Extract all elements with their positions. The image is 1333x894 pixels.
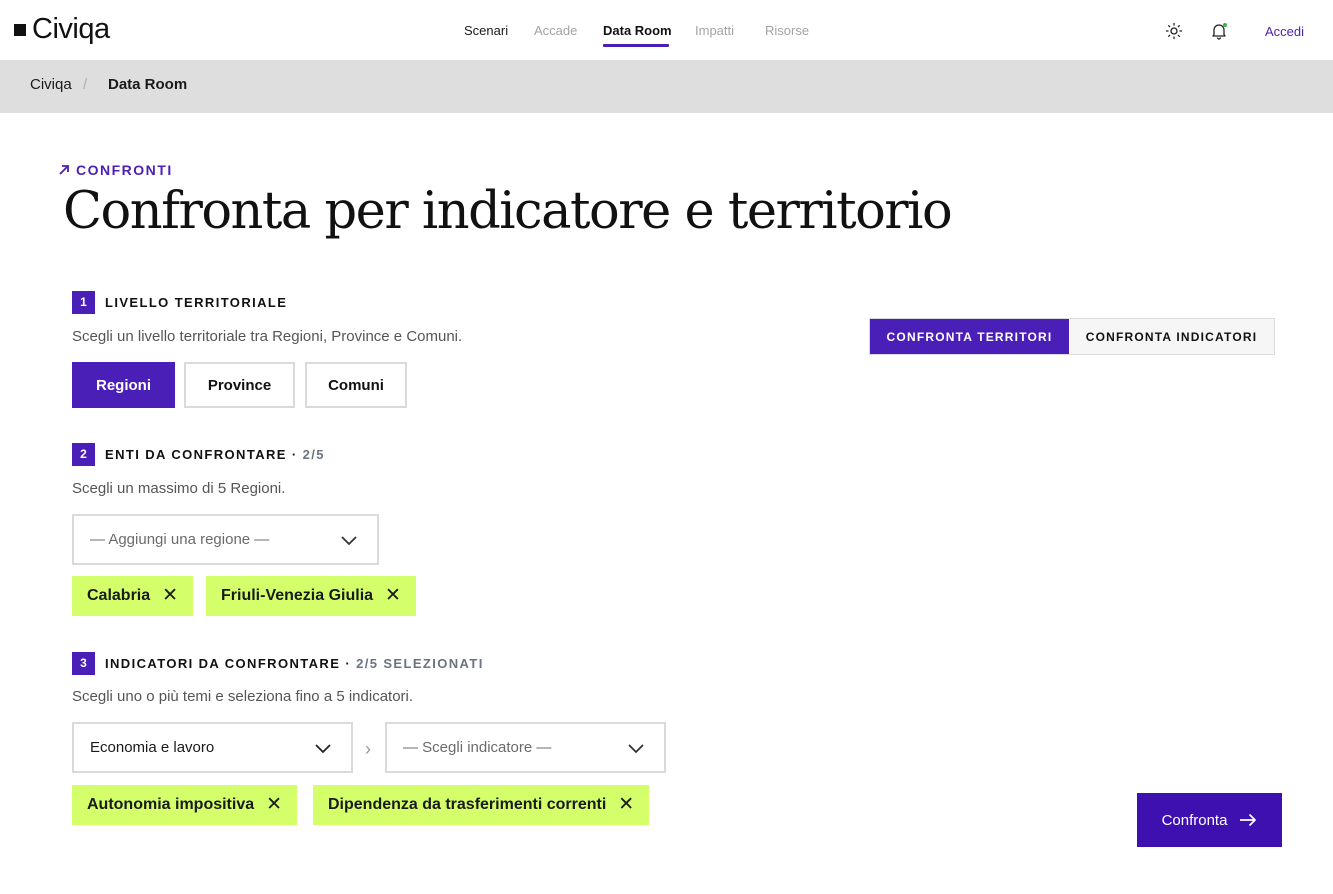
main-nav: Scenari Accade Data Room Impatti Risorse: [0, 0, 1333, 60]
chevron-down-icon: [341, 536, 357, 546]
step-description-livello: Scegli un livello territoriale tra Regio…: [72, 328, 463, 345]
region-select[interactable]: — Aggiungi una regione —: [72, 514, 379, 565]
nav-item-scenari[interactable]: Scenari: [464, 23, 508, 39]
step-title-enti-label: ENTI DA CONFRONTARE: [105, 447, 287, 462]
indicator-chip-label: Autonomia impositiva: [87, 796, 255, 813]
step-description-enti: Scegli un massimo di 5 Regioni.: [72, 480, 286, 497]
arrow-up-right-icon: [59, 165, 69, 175]
level-button-province[interactable]: Province: [184, 362, 295, 408]
region-chip: Friuli-Venezia Giulia ✕: [206, 576, 416, 616]
level-button-regioni[interactable]: Regioni: [72, 362, 175, 408]
toggle-confronta-indicatori[interactable]: CONFRONTA INDICATORI: [1069, 319, 1274, 354]
dot-separator: ·: [291, 447, 298, 462]
active-nav-indicator: [603, 44, 669, 47]
indicator-chip-label: Dipendenza da trasferimenti correnti: [328, 796, 607, 813]
breadcrumb-separator: /: [83, 76, 88, 93]
mode-toggle: CONFRONTA TERRITORI CONFRONTA INDICATORI: [869, 318, 1275, 355]
step-title-enti: ENTI DA CONFRONTARE · 2/5: [105, 447, 325, 463]
eyebrow-label: CONFRONTI: [76, 162, 173, 178]
nav-item-accade[interactable]: Accade: [534, 23, 577, 39]
theme-select-value: Economia e lavoro: [90, 739, 215, 756]
region-chip-label: Calabria: [87, 587, 151, 604]
close-icon[interactable]: ✕: [266, 795, 282, 815]
breadcrumb: Civiqa / Data Room: [0, 60, 1333, 113]
eyebrow: CONFRONTI: [58, 162, 173, 178]
confronta-button-label: Confronta: [1161, 811, 1228, 829]
login-link[interactable]: Accedi: [1265, 24, 1304, 40]
breadcrumb-root-link[interactable]: Civiqa: [30, 75, 72, 95]
confronta-button[interactable]: Confronta: [1137, 793, 1282, 847]
close-icon[interactable]: ✕: [162, 586, 178, 606]
indicator-select[interactable]: — Scegli indicatore —: [385, 722, 666, 773]
step-title-indicatori: INDICATORI DA CONFRONTARE · 2/5 SELEZION…: [105, 656, 484, 672]
level-button-comuni[interactable]: Comuni: [305, 362, 407, 408]
indicator-chip: Dipendenza da trasferimenti correnti ✕: [313, 785, 650, 825]
nav-item-data-room[interactable]: Data Room: [603, 23, 672, 39]
step-title-livello: LIVELLO TERRITORIALE: [105, 295, 288, 310]
step-number-3: 3: [72, 652, 95, 675]
breadcrumb-current: Data Room: [108, 76, 188, 93]
chevron-down-icon: [628, 744, 644, 754]
sun-icon[interactable]: [1165, 22, 1183, 40]
bell-icon[interactable]: [1210, 22, 1228, 40]
close-icon[interactable]: ✕: [385, 586, 401, 606]
arrow-right-icon: [1240, 813, 1257, 827]
close-icon[interactable]: ✕: [618, 795, 634, 815]
region-select-placeholder: — Aggiungi una regione —: [90, 531, 270, 548]
region-chip: Calabria ✕: [72, 576, 194, 616]
top-navigation-bar: Civiqa Scenari Accade Data Room Impatti …: [0, 0, 1333, 60]
step-number-1: 1: [72, 291, 95, 314]
step-description-indicatori: Scegli uno o più temi e seleziona fino a…: [72, 688, 414, 705]
nav-item-impatti[interactable]: Impatti: [695, 23, 734, 39]
theme-select[interactable]: Economia e lavoro: [72, 722, 353, 773]
step-title-indicatori-label: INDICATORI DA CONFRONTARE: [105, 656, 341, 671]
indicator-select-placeholder: — Scegli indicatore —: [403, 739, 552, 756]
chevron-right-icon: ›: [365, 739, 371, 759]
enti-count: 2/5: [302, 447, 325, 462]
toggle-confronta-territori[interactable]: CONFRONTA TERRITORI: [870, 319, 1069, 354]
region-chip-label: Friuli-Venezia Giulia: [221, 587, 374, 604]
indicatori-count: 2/5 SELEZIONATI: [356, 656, 484, 671]
step-number-2: 2: [72, 443, 95, 466]
page-title: Confronta per indicatore e territorio: [63, 182, 953, 241]
chevron-down-icon: [315, 744, 331, 754]
indicator-chip: Autonomia impositiva ✕: [72, 785, 298, 825]
nav-item-risorse[interactable]: Risorse: [765, 23, 809, 39]
dot-separator: ·: [345, 656, 352, 671]
